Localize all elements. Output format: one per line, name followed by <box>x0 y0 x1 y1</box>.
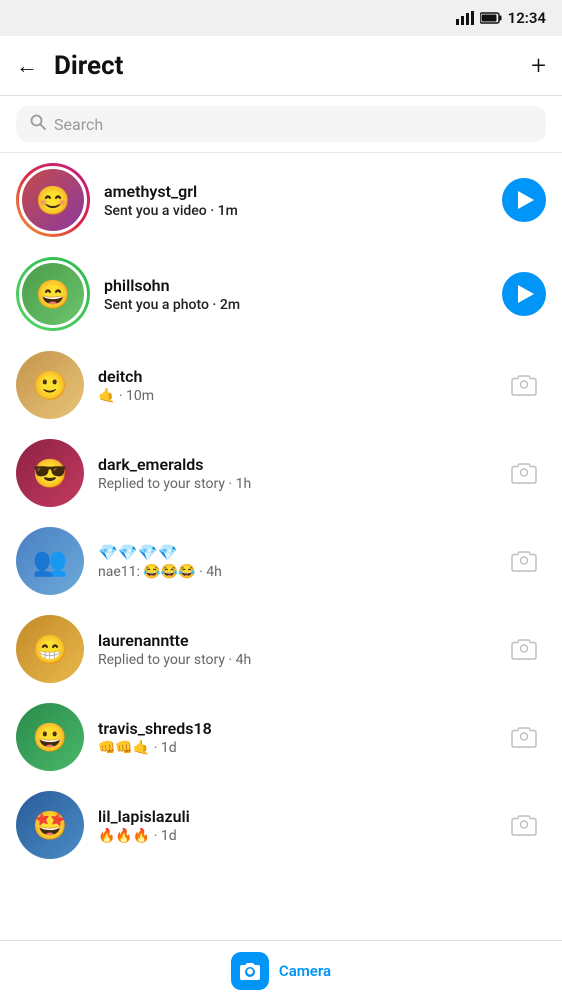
camera-icon <box>511 374 537 396</box>
conv-action[interactable] <box>502 178 546 222</box>
conv-action[interactable] <box>502 539 546 583</box>
conv-info: 💎💎💎💎 nae11: 😂😂😂 · 4h <box>98 543 488 580</box>
conv-username: travis_shreds18 <box>98 719 488 738</box>
avatar: 😀 <box>16 703 84 771</box>
camera-label: Camera <box>279 962 331 980</box>
search-bar: Search <box>0 96 562 153</box>
search-input-wrapper[interactable]: Search <box>16 106 546 142</box>
camera-icon <box>511 726 537 748</box>
list-item[interactable]: 😀 travis_shreds18 👊👊🤙 · 1d <box>0 693 562 781</box>
conv-info: amethyst_grl Sent you a video · 1m <box>104 182 488 219</box>
camera-icon <box>511 638 537 660</box>
camera-icon <box>511 550 537 572</box>
play-icon <box>518 191 534 209</box>
conv-username: phillsohn <box>104 276 488 295</box>
bottom-bar[interactable]: Camera <box>0 940 562 1000</box>
conv-preview: Sent you a photo · 2m <box>104 297 488 313</box>
play-button[interactable] <box>502 178 546 222</box>
list-item[interactable]: 🤩 lil_lapislazuli 🔥🔥🔥 · 1d <box>0 781 562 869</box>
new-message-button[interactable]: + <box>531 53 546 79</box>
battery-icon <box>480 12 502 24</box>
conv-preview: 👊👊🤙 · 1d <box>98 740 488 756</box>
header-left: ← Direct <box>16 51 123 81</box>
conv-preview: 🤙 · 10m <box>98 388 488 404</box>
list-item[interactable]: 🙂 deitch 🤙 · 10m <box>0 341 562 429</box>
conv-info: dark_emeralds Replied to your story · 1h <box>98 455 488 492</box>
status-icons: 12:34 <box>456 9 546 27</box>
conv-preview: Replied to your story · 1h <box>98 476 488 492</box>
conv-username: dark_emeralds <box>98 455 488 474</box>
conv-action[interactable] <box>502 363 546 407</box>
list-item[interactable]: 😁 laurenanntte Replied to your story · 4h <box>0 605 562 693</box>
search-icon <box>30 114 46 134</box>
avatar: 😎 <box>16 439 84 507</box>
signal-icon <box>456 11 474 25</box>
conv-username: deitch <box>98 367 488 386</box>
camera-icon <box>511 814 537 836</box>
conv-info: lil_lapislazuli 🔥🔥🔥 · 1d <box>98 807 488 844</box>
conv-preview: Replied to your story · 4h <box>98 652 488 668</box>
camera-icon <box>231 952 269 990</box>
conv-preview: 🔥🔥🔥 · 1d <box>98 828 488 844</box>
avatar: 😄 <box>16 257 90 331</box>
conv-action[interactable] <box>502 715 546 759</box>
list-item[interactable]: 😄 phillsohn Sent you a photo · 2m <box>0 247 562 341</box>
camera-icon <box>511 462 537 484</box>
avatar: 😊 <box>16 163 90 237</box>
page-title: Direct <box>54 51 123 81</box>
conv-action[interactable] <box>502 627 546 671</box>
conv-username: amethyst_grl <box>104 182 488 201</box>
header: ← Direct + <box>0 36 562 96</box>
avatar: 🙂 <box>16 351 84 419</box>
conv-info: travis_shreds18 👊👊🤙 · 1d <box>98 719 488 756</box>
back-button[interactable]: ← <box>16 53 38 79</box>
list-item[interactable]: 😎 dark_emeralds Replied to your story · 1h <box>0 429 562 517</box>
conv-action[interactable] <box>502 272 546 316</box>
conv-info: laurenanntte Replied to your story · 4h <box>98 631 488 668</box>
conv-preview: nae11: 😂😂😂 · 4h <box>98 564 488 580</box>
conv-username: lil_lapislazuli <box>98 807 488 826</box>
conv-preview: Sent you a video · 1m <box>104 203 488 219</box>
list-item[interactable]: 👥 💎💎💎💎 nae11: 😂😂😂 · 4h <box>0 517 562 605</box>
list-item[interactable]: 😊 amethyst_grl Sent you a video · 1m <box>0 153 562 247</box>
avatar: 🤩 <box>16 791 84 859</box>
conv-action[interactable] <box>502 803 546 847</box>
search-input[interactable]: Search <box>54 115 103 134</box>
avatar: 👥 <box>16 527 84 595</box>
conv-info: phillsohn Sent you a photo · 2m <box>104 276 488 313</box>
conv-username: 💎💎💎💎 <box>98 543 488 562</box>
conv-action[interactable] <box>502 451 546 495</box>
status-bar: 12:34 <box>0 0 562 36</box>
play-icon <box>518 285 534 303</box>
conversation-list: 😊 amethyst_grl Sent you a video · 1m 😄 phill… <box>0 153 562 945</box>
conv-username: laurenanntte <box>98 631 488 650</box>
conv-info: deitch 🤙 · 10m <box>98 367 488 404</box>
play-button[interactable] <box>502 272 546 316</box>
avatar: 😁 <box>16 615 84 683</box>
status-time: 12:34 <box>508 9 546 27</box>
